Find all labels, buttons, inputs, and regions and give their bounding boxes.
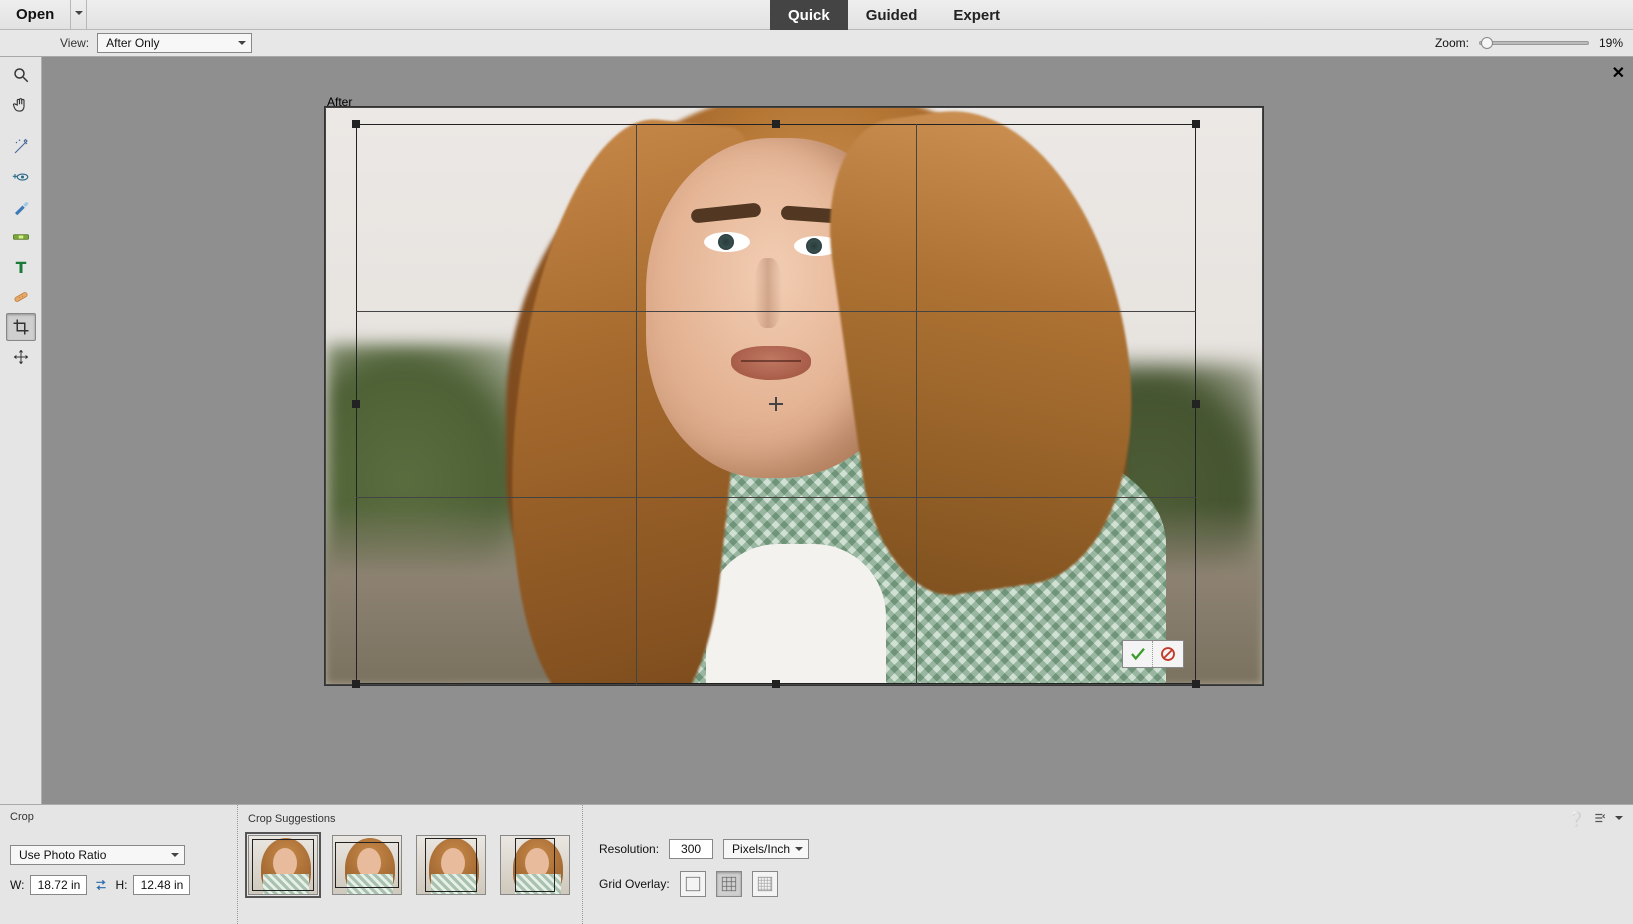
move-icon	[12, 348, 30, 366]
crop-options-column: Crop Use Photo Ratio W: 18.72 in H: 12.4…	[0, 805, 238, 924]
close-document-button[interactable]: ✕	[1612, 63, 1625, 83]
type-icon	[12, 258, 30, 276]
level-icon	[12, 228, 30, 246]
collapse-icon[interactable]	[1615, 811, 1623, 828]
grid-overlay-thirds[interactable]	[716, 871, 742, 897]
crop-handle-nw[interactable]	[352, 120, 360, 128]
resolution-grid-column: ❔ Resolution: 300 Pixels/Inch Grid Overl…	[583, 805, 1633, 924]
swap-icon	[93, 877, 109, 893]
tool-hand[interactable]	[6, 91, 36, 119]
tool-type[interactable]	[6, 253, 36, 281]
zoom-slider-thumb[interactable]	[1481, 37, 1493, 49]
crop-suggestions-title: Crop Suggestions	[248, 813, 335, 825]
width-label: W:	[10, 878, 24, 892]
tool-straighten[interactable]	[6, 223, 36, 251]
canvas-area: ✕ After	[42, 57, 1633, 804]
mode-quick[interactable]: Quick	[770, 0, 848, 30]
grid-overlay-grid[interactable]	[752, 871, 778, 897]
resolution-unit-dropdown[interactable]: Pixels/Inch	[723, 839, 809, 859]
open-button[interactable]: Open	[0, 0, 71, 29]
crop-handle-w[interactable]	[352, 400, 360, 408]
crop-ratio-value: Use Photo Ratio	[19, 848, 106, 862]
width-value: 18.72 in	[38, 878, 81, 892]
crop-marquee[interactable]	[356, 124, 1196, 684]
cancel-crop-button[interactable]	[1153, 641, 1183, 667]
swap-dimensions-button[interactable]	[93, 877, 109, 893]
hand-icon	[12, 96, 30, 114]
tool-quick-select[interactable]	[6, 133, 36, 161]
mode-expert[interactable]: Expert	[935, 0, 1018, 30]
magnifier-icon	[12, 66, 30, 84]
overlay-none-icon	[684, 875, 702, 893]
tool-redeye[interactable]	[6, 163, 36, 191]
zoom-slider[interactable]	[1479, 41, 1589, 45]
crop-center-icon	[769, 397, 783, 411]
document-image[interactable]	[325, 107, 1263, 685]
crop-handle-ne[interactable]	[1192, 120, 1200, 128]
crop-suggestions-column: Crop Suggestions	[238, 805, 583, 924]
crop-handle-s[interactable]	[772, 680, 780, 688]
crop-ratio-dropdown[interactable]: Use Photo Ratio	[10, 845, 185, 865]
grid-overlay-none[interactable]	[680, 871, 706, 897]
grid-overlay-label: Grid Overlay:	[599, 877, 670, 891]
resolution-unit-value: Pixels/Inch	[732, 842, 790, 856]
cancel-icon	[1159, 645, 1177, 663]
wand-icon	[12, 138, 30, 156]
eye-plus-icon	[12, 168, 30, 186]
overlay-grid-icon	[756, 875, 774, 893]
tool-zoom[interactable]	[6, 61, 36, 89]
crop-handle-e[interactable]	[1192, 400, 1200, 408]
crop-handle-n[interactable]	[772, 120, 780, 128]
crop-handle-sw[interactable]	[352, 680, 360, 688]
options-bar: View: After Only Zoom: 19%	[0, 30, 1633, 57]
commit-crop-button[interactable]	[1123, 641, 1153, 667]
zoom-value: 19%	[1599, 36, 1623, 50]
resolution-label: Resolution:	[599, 842, 659, 856]
crop-suggestion-1[interactable]	[248, 835, 318, 895]
resolution-value: 300	[681, 842, 701, 856]
workspace-modes: Quick Guided Expert	[770, 0, 1018, 30]
zoom-label: Zoom:	[1435, 36, 1469, 50]
crop-icon	[12, 318, 30, 336]
crop-suggestion-2[interactable]	[332, 835, 402, 895]
tool-move[interactable]	[6, 343, 36, 371]
help-icon[interactable]: ❔	[1568, 811, 1585, 828]
height-input[interactable]: 12.48 in	[133, 875, 190, 895]
checkmark-icon	[1129, 645, 1147, 663]
crop-handle-se[interactable]	[1192, 680, 1200, 688]
zoom-group: Zoom: 19%	[1435, 36, 1623, 50]
tool-spot-heal[interactable]	[6, 283, 36, 311]
view-label: View:	[60, 36, 89, 50]
view-dropdown-value: After Only	[106, 36, 159, 50]
tool-crop[interactable]	[6, 313, 36, 341]
height-label: H:	[115, 878, 127, 892]
left-toolbar	[0, 57, 42, 804]
resolution-input[interactable]: 300	[669, 839, 713, 859]
open-dropdown-caret[interactable]	[71, 0, 87, 29]
brush-icon	[12, 198, 30, 216]
height-value: 12.48 in	[141, 878, 184, 892]
width-input[interactable]: 18.72 in	[30, 875, 87, 895]
tool-whiten-teeth[interactable]	[6, 193, 36, 221]
crop-panel-title: Crop	[10, 811, 229, 823]
panel-menu-icon[interactable]	[1593, 811, 1607, 828]
mode-guided[interactable]: Guided	[848, 0, 936, 30]
crop-commit-bar	[1122, 640, 1184, 668]
crop-suggestion-4[interactable]	[500, 835, 570, 895]
view-dropdown[interactable]: After Only	[97, 33, 252, 53]
crop-suggestion-3[interactable]	[416, 835, 486, 895]
panel-corner-icons: ❔	[1568, 811, 1623, 828]
tool-options-panel: Crop Use Photo Ratio W: 18.72 in H: 12.4…	[0, 804, 1633, 924]
bandaid-icon	[12, 288, 30, 306]
chevron-down-icon	[75, 11, 83, 19]
app-topbar: Open Quick Guided Expert	[0, 0, 1633, 30]
overlay-thirds-icon	[720, 875, 738, 893]
